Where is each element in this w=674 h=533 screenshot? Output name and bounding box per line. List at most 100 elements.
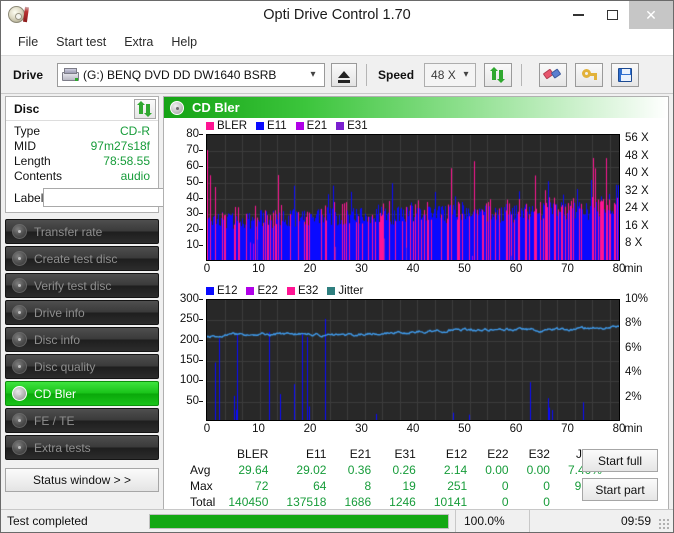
sidebar-item-disc-info[interactable]: Disc info <box>5 327 159 352</box>
stats-cell: 137518 <box>286 495 327 509</box>
x-tick-label: 0 <box>203 263 211 275</box>
body-area: Disc Type CD-R MID 97m27s18f Length 78:5… <box>1 94 673 518</box>
stats-corner <box>188 447 219 462</box>
key-icon <box>581 68 597 81</box>
stats-col-e32: E32 <box>528 447 550 461</box>
eject-button[interactable] <box>331 62 358 87</box>
sidebar-item-drive-info[interactable]: Drive info <box>5 300 159 325</box>
speed-label: Speed <box>378 67 415 82</box>
optical-drive-icon <box>62 67 80 82</box>
stats-cell: 140450 <box>228 495 269 509</box>
menu-file[interactable]: File <box>9 32 47 52</box>
resize-grip[interactable] <box>658 518 670 530</box>
menu-extra[interactable]: Extra <box>115 32 162 52</box>
start-part-button[interactable]: Start part <box>582 478 658 501</box>
sidebar-item-cd-bler[interactable]: CD Bler <box>5 381 159 406</box>
sidebar-item-fe-te[interactable]: FE / TE <box>5 408 159 433</box>
y-tick-label: 200 <box>179 333 204 346</box>
refresh-speed-button[interactable] <box>484 62 513 87</box>
unlock-button[interactable] <box>575 62 604 87</box>
drive-toolbar: Drive (G:) BENQ DVD DD DW1640 BSRB ▾ Spe… <box>1 56 673 94</box>
disc-row-value: CD-R <box>120 124 150 138</box>
sidebar-item-label: Drive info <box>34 305 85 320</box>
x-tick-label: 70 <box>561 423 574 435</box>
stats-col-e22: E22 <box>487 447 509 461</box>
menu-start-test[interactable]: Start test <box>47 32 115 52</box>
e12-chart-y2-axis: 2% 4% 6% 8% 10% <box>622 293 668 421</box>
bler-chart-legend: BLER E11 E21 E31 <box>206 120 374 132</box>
stats-header-row: BLER E11 E21 E31 E12 E22 E32 Jitter <box>188 447 611 462</box>
save-icon <box>618 67 633 82</box>
stats-row-label: Max <box>190 479 213 493</box>
y2-tick-label: 8 X <box>625 237 643 250</box>
disc-panel-header: Disc <box>6 97 158 121</box>
sidebar-item-label: Extra tests <box>34 440 91 455</box>
stats-cell: 0 <box>501 479 509 493</box>
minimize-button[interactable] <box>561 1 595 29</box>
stats-cell: 8 <box>364 479 372 493</box>
chart-header: CD Bler <box>164 97 668 118</box>
e12-chart-plot-area <box>206 299 620 421</box>
x-tick-label: 30 <box>355 263 368 275</box>
x-tick-label: 20 <box>303 423 317 435</box>
stats-cell: 0 <box>543 495 550 509</box>
stats-cell: 0.26 <box>392 463 416 477</box>
stats-cell: 1246 <box>389 495 416 509</box>
e12-chart-canvas <box>207 300 619 420</box>
legend-swatch-e11 <box>256 122 265 130</box>
sidebar-item-create-test-disc[interactable]: Create test disc <box>5 246 159 271</box>
status-message: Test completed <box>7 514 88 528</box>
sidebar-item-extra-tests[interactable]: Extra tests <box>5 435 159 460</box>
disc-label-key: Label <box>14 190 44 205</box>
bler-chart: BLER E11 E21 E31 10 20 30 40 50 60 70 80 8 X 16 … <box>164 118 668 283</box>
close-button[interactable]: ✕ <box>629 1 673 29</box>
stats-col-e12: E12 <box>445 447 468 461</box>
sidebar-item-disc-quality[interactable]: Disc quality <box>5 354 159 379</box>
save-button[interactable] <box>611 62 640 87</box>
speed-select-value: 48 X <box>431 67 456 82</box>
stats-cell: 2.14 <box>443 463 468 477</box>
menu-help[interactable]: Help <box>162 32 206 52</box>
disc-row-length: Length 78:58.55 <box>14 154 150 169</box>
disc-icon <box>12 251 27 266</box>
disc-icon <box>12 224 27 239</box>
drive-select[interactable]: (G:) BENQ DVD DD DW1640 BSRB ▾ <box>57 62 326 87</box>
y-tick-label: 250 <box>179 313 204 326</box>
chart-frame: CD Bler BLER E11 E21 E31 10 20 30 40 50 … <box>163 96 669 518</box>
legend-swatch-e22 <box>246 287 255 295</box>
disc-row-key: Contents <box>14 169 63 183</box>
y2-tick-label: 40 X <box>625 167 649 180</box>
stats-col-e11: E11 <box>305 447 327 461</box>
start-full-button[interactable]: Start full <box>582 449 658 472</box>
stats-cell: 1686 <box>344 495 372 509</box>
chart-title: CD Bler <box>192 100 240 115</box>
e12-chart-legend: E12 E22 E32 Jitter <box>206 285 369 297</box>
right-panel: CD Bler BLER E11 E21 E31 10 20 30 40 50 … <box>163 94 673 518</box>
sidebar-item-label: Disc quality <box>34 359 96 374</box>
disc-icon <box>12 278 27 293</box>
erase-disc-button[interactable] <box>539 62 568 87</box>
x-tick-label: 20 <box>303 263 317 275</box>
x-tick-label: 50 <box>458 263 471 275</box>
speed-select[interactable]: 48 X ▾ <box>424 62 477 87</box>
sidebar-item-transfer-rate[interactable]: Transfer rate <box>5 219 159 244</box>
disc-row-key: MID <box>14 139 36 153</box>
legend-label-e22: E22 <box>257 285 278 297</box>
status-window-button[interactable]: Status window > > <box>5 468 159 492</box>
disc-label-row: Label <box>14 187 213 208</box>
legend-label-jitter: Jitter <box>338 285 364 297</box>
y2-tick-label: 10% <box>625 293 649 305</box>
left-panel: Disc Type CD-R MID 97m27s18f Length 78:5… <box>1 94 213 494</box>
x-tick-label: 30 <box>355 423 368 435</box>
legend-label-e12: E12 <box>217 285 238 297</box>
legend-swatch-e21 <box>295 122 304 130</box>
sidebar-item-label: Verify test disc <box>34 278 112 293</box>
disc-refresh-button[interactable] <box>134 98 156 119</box>
y-tick-label: 150 <box>179 354 204 366</box>
bler-chart-y2-axis: 8 X 16 X 24 X 32 X 40 X 48 X 56 X <box>622 132 668 261</box>
start-buttons: Start full Start part <box>582 449 658 501</box>
progress-percent: 100.0% <box>455 509 529 532</box>
sidebar-item-verify-test-disc[interactable]: Verify test disc <box>5 273 159 298</box>
maximize-button[interactable] <box>595 1 629 29</box>
progress-bar <box>149 513 449 529</box>
